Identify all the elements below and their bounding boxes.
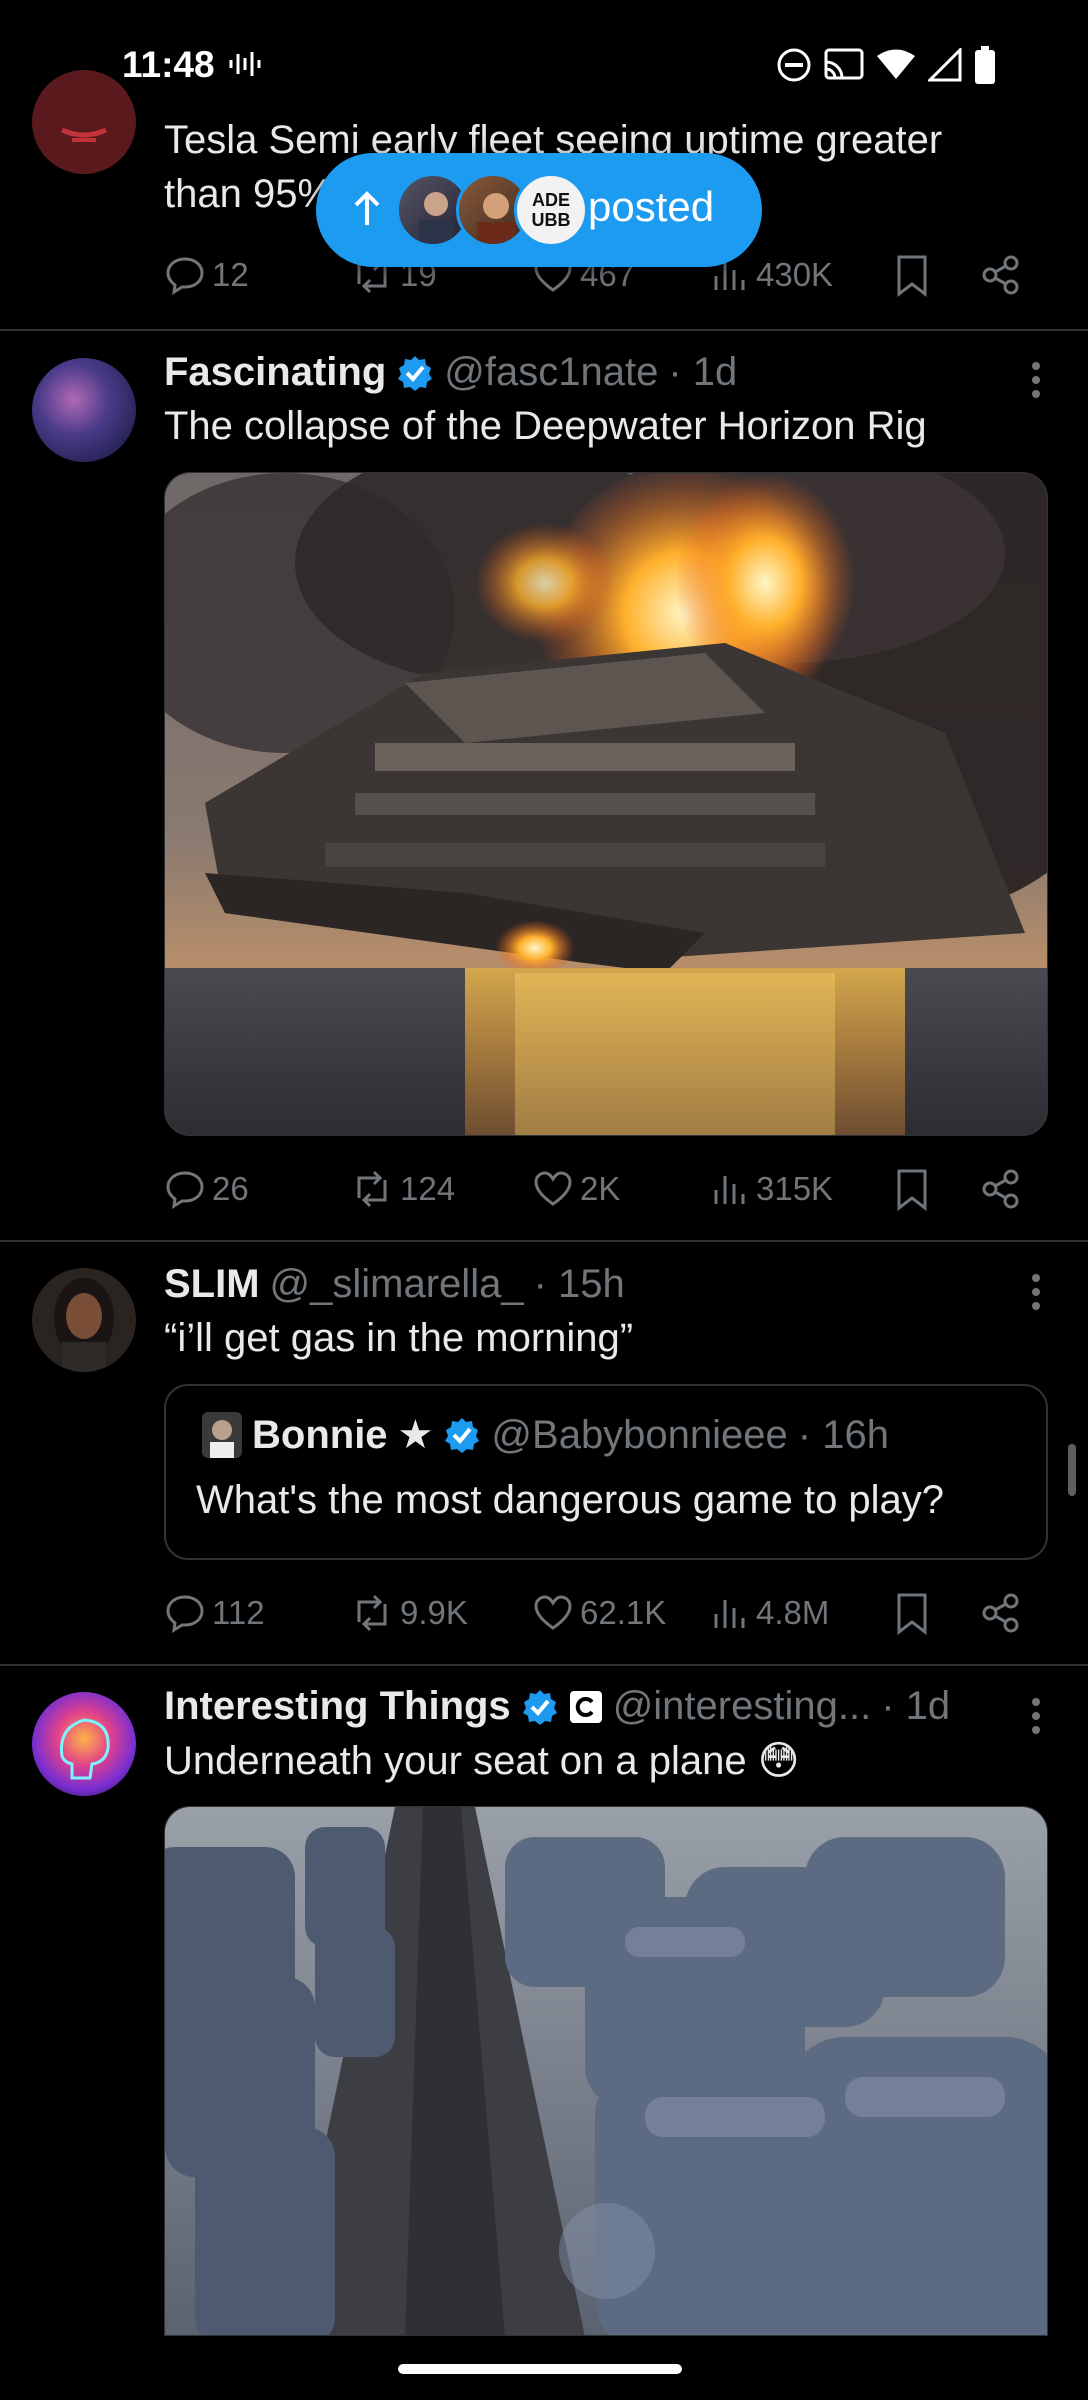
avatar[interactable] [32,358,136,462]
home-indicator[interactable] [398,2364,682,2374]
more-icon[interactable] [1028,1272,1044,1312]
repost-icon [357,1594,387,1632]
author-name[interactable]: SLIM [164,1262,260,1307]
post-header: Fascinating @fasc1nate · 1d [164,350,737,395]
like-count: 2K [580,1170,621,1207]
like-button[interactable]: 62.1K [532,1592,666,1634]
new-posts-pill[interactable]: ADE UBB posted [316,153,762,267]
views-icon [714,1176,745,1204]
heart-icon [534,1595,572,1630]
author-name[interactable]: Fascinating [164,350,386,395]
quote-author-handle[interactable]: @Babybonnieee [491,1413,787,1458]
avatar[interactable] [32,1692,136,1796]
reply-icon [166,1595,204,1633]
repost-button[interactable]: 124 [350,1168,455,1210]
bookmark-button[interactable] [894,1168,930,1212]
quote-header: Bonnie ★ @Babybonnieee · 16h [202,1412,889,1458]
author-handle[interactable]: @interesting... [613,1684,872,1729]
reply-button[interactable]: 26 [164,1168,249,1210]
more-icon[interactable] [1028,1696,1044,1736]
post-fascinating[interactable]: Fascinating @fasc1nate · 1d The collapse… [0,330,1088,1240]
repost-count: 9.9K [400,1594,468,1631]
share-button[interactable] [980,1592,1022,1634]
avatar[interactable] [202,1412,242,1458]
post-interesting-things[interactable]: Interesting Things @interesting... · 1d … [0,1666,1088,2336]
views-button[interactable]: 4.8M [710,1592,829,1634]
status-time: 11:48 [122,44,215,85]
quoted-post[interactable]: Bonnie ★ @Babybonnieee · 16h What's the … [164,1384,1048,1560]
post-time: · 15h [533,1262,625,1306]
avatar[interactable] [32,70,136,174]
author-handle[interactable]: @_slimarella_ [270,1262,524,1307]
views-count: 315K [756,1170,834,1207]
verified-badge-icon [445,1418,480,1453]
plane-cabin-image [165,1807,1047,2335]
arrow-up-icon [354,191,380,225]
heart-icon [534,1171,572,1206]
bookmark-button[interactable] [894,254,930,298]
views-button[interactable]: 315K [710,1168,833,1210]
post-time: · 1d [881,1684,951,1728]
reply-icon [166,1171,204,1209]
share-icon [982,255,1019,295]
verified-badge-icon [398,355,433,391]
quote-name-suffix: ★ [397,1413,434,1457]
share-icon [982,1593,1019,1633]
post-actions: 112 9.9K 62.1K 4.8M [164,1592,1048,1652]
post-text: The collapse of the Deepwater Horizon Ri… [164,404,927,448]
battery-icon [974,46,996,89]
post-photo[interactable] [164,472,1048,1136]
post-text: Underneath your seat on a plane 😳 [164,1739,800,1783]
reply-count: 12 [212,256,249,293]
reply-count: 26 [212,1170,249,1207]
bookmark-button[interactable] [894,1592,930,1636]
author-handle[interactable]: @fasc1nate [444,350,658,395]
dnd-icon [776,47,812,88]
signal-icon [926,46,962,87]
post-header: SLIM @_slimarella_ · 15h [164,1262,625,1307]
repost-icon [357,1170,387,1208]
views-icon [714,1600,745,1628]
post-time: · 1d [668,350,738,394]
scrollbar[interactable] [1068,1444,1076,1496]
reply-count: 112 [212,1594,265,1631]
repost-count: 124 [400,1170,456,1207]
quote-time: · 16h [797,1412,889,1457]
more-icon[interactable] [1028,360,1044,400]
verified-badge-icon [522,1689,557,1725]
rig-fire-image [165,473,1047,1135]
post-video[interactable] [164,1806,1048,2336]
post-text: “i’ll get gas in the morning” [164,1316,634,1360]
avatar[interactable] [32,1268,136,1372]
post-text-line2: than 95% [164,172,334,216]
status-icons [776,46,996,89]
post-header: Interesting Things @interesting... · 1d [164,1684,950,1729]
voicemail-icon [228,50,262,83]
like-count: 62.1K [580,1594,667,1631]
wifi-icon [876,49,916,86]
bookmark-icon [897,255,927,298]
post-slim[interactable]: SLIM @_slimarella_ · 15h “i’ll get gas i… [0,1242,1088,1662]
author-name[interactable]: Interesting Things [164,1684,511,1729]
like-button[interactable]: 2K [532,1168,620,1210]
share-button[interactable] [980,254,1022,296]
repost-button[interactable]: 9.9K [350,1592,468,1634]
pill-avatar-badge-text: ADE UBB [531,190,571,230]
bookmark-icon [897,1593,927,1636]
reply-button[interactable]: 12 [164,254,249,296]
avatar: ADE UBB [514,173,588,247]
views-count: 4.8M [756,1594,830,1631]
cast-icon [824,48,864,87]
quote-text: What's the most dangerous game to play? [196,1478,945,1522]
reply-icon [166,257,204,295]
share-icon [982,1169,1019,1209]
pill-label: posted [588,183,715,230]
affiliate-badge-icon [569,1690,602,1723]
share-button[interactable] [980,1168,1022,1210]
views-count: 430K [756,256,834,293]
quote-author-name[interactable]: Bonnie [252,1413,388,1458]
reply-button[interactable]: 112 [164,1592,265,1634]
bookmark-icon [897,1169,927,1212]
post-actions: 26 124 2K 315K [164,1168,1048,1228]
